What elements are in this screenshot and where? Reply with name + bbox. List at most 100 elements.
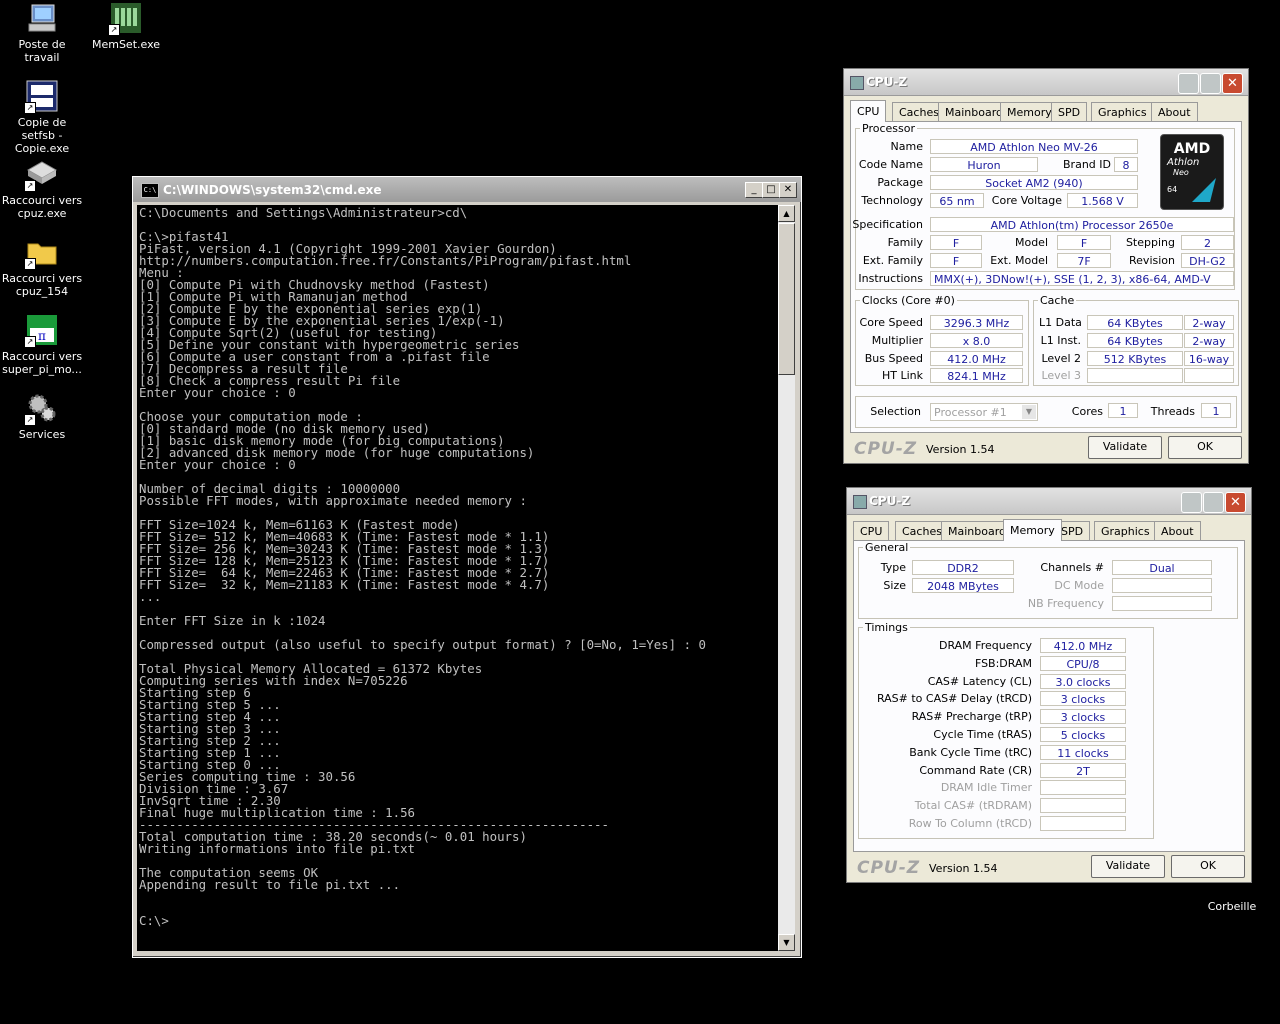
- brandid-label: Brand ID: [1063, 158, 1111, 171]
- vertical-scrollbar[interactable]: ▲ ▼: [778, 205, 795, 951]
- logo-brand: AMD: [1173, 141, 1211, 157]
- timing-label: Total CAS# (tRDRAM): [914, 799, 1032, 813]
- instructions-label: Instructions: [858, 272, 923, 285]
- close-button[interactable]: ✕: [1222, 73, 1243, 94]
- revision-value: DH-G2: [1181, 253, 1234, 268]
- model-label: Model: [1014, 236, 1048, 249]
- minimize-button[interactable]: [1178, 73, 1199, 94]
- corespeed-value: 3296.3 MHz: [930, 315, 1023, 330]
- l1inst-label: L1 Inst.: [1040, 334, 1081, 347]
- cpuz-footer: CPU-Z Version 1.54 Validate OK: [844, 433, 1248, 463]
- ok-button[interactable]: OK: [1168, 436, 1242, 459]
- cpuz-titlebar[interactable]: CPU-Z ✕: [844, 69, 1248, 96]
- computer-icon: [26, 2, 58, 34]
- timing-label: FSB:DRAM: [974, 656, 1032, 670]
- size-label: Size: [883, 579, 906, 592]
- chip-icon: ↗: [24, 158, 58, 192]
- group-legend: Timings: [865, 621, 908, 634]
- validate-button[interactable]: Validate: [1088, 436, 1162, 459]
- ok-button[interactable]: OK: [1171, 855, 1245, 878]
- desktop-icon-setfsb[interactable]: ↗ Copie de setfsb - Copie.exe: [0, 80, 84, 155]
- cores-value: 1: [1108, 403, 1138, 418]
- chevron-down-icon[interactable]: ▼: [1022, 405, 1036, 419]
- desktop-icon-super-pi[interactable]: π ↗ Raccourci vers super_pi_mo...: [0, 314, 84, 376]
- tab-about[interactable]: About: [1151, 102, 1198, 121]
- timing-value: 11 clocks: [1040, 744, 1126, 760]
- level3-way: [1184, 368, 1234, 383]
- maximize-button[interactable]: [1200, 73, 1221, 94]
- tab-spd[interactable]: SPD: [1051, 102, 1088, 121]
- desktop-icon-label: Raccourci vers cpuz.exe: [1, 194, 83, 220]
- revision-label: Revision: [1129, 254, 1175, 267]
- maximize-button[interactable]: □: [762, 182, 780, 198]
- console-output[interactable]: C:\Documents and Settings\Administrateur…: [137, 205, 778, 951]
- cpu-tab-panel: Processor Name AMD Athlon Neo MV-26 Code…: [850, 121, 1242, 433]
- cpuz-footer: CPU-Z Version 1.54 Validate OK: [847, 852, 1251, 882]
- type-value: DDR2: [912, 560, 1014, 575]
- cpuz-memory-window[interactable]: CPU-Z ✕ CPU Caches Mainboard Memory SPD …: [846, 487, 1252, 883]
- technology-value: 65 nm: [930, 193, 984, 208]
- svg-text:π: π: [38, 329, 46, 343]
- family-label: Family: [887, 236, 923, 249]
- cpuz-titlebar[interactable]: CPU-Z ✕: [847, 488, 1251, 515]
- level2-value: 512 KBytes: [1087, 351, 1183, 366]
- cpuz-cpu-window[interactable]: CPU-Z ✕ CPU Caches Mainboard Memory SPD …: [843, 68, 1249, 464]
- validate-button[interactable]: Validate: [1091, 855, 1165, 878]
- tab-cpu[interactable]: CPU: [853, 521, 890, 540]
- desktop-icon-memset[interactable]: ↗ MemSet.exe: [84, 2, 168, 51]
- timing-label: RAS# Precharge (tRP): [911, 710, 1032, 724]
- cores-label: Cores: [1071, 405, 1103, 418]
- window-title: CPU-Z: [869, 494, 911, 508]
- name-value: AMD Athlon Neo MV-26: [930, 139, 1138, 154]
- memory-tab-panel: General Type DDR2 Size 2048 MBytes Chann…: [853, 540, 1245, 852]
- scroll-thumb[interactable]: [778, 223, 795, 375]
- desktop-icon-label: Services: [18, 428, 66, 441]
- selection-label: Selection: [870, 405, 921, 418]
- level3-label: Level 3: [1041, 369, 1081, 382]
- minimize-button[interactable]: _: [745, 182, 763, 198]
- shortcut-arrow-icon: ↗: [108, 24, 120, 36]
- codename-label: Code Name: [858, 158, 923, 171]
- tab-memory[interactable]: Memory: [1003, 519, 1062, 541]
- tab-cpu[interactable]: CPU: [850, 100, 887, 122]
- close-button[interactable]: ✕: [779, 182, 797, 198]
- tab-about[interactable]: About: [1154, 521, 1201, 540]
- tab-memory[interactable]: Memory: [1000, 102, 1059, 121]
- cpuz-app-icon: [853, 495, 867, 509]
- l1data-way: 2-way: [1184, 315, 1234, 330]
- maximize-button[interactable]: [1203, 492, 1224, 513]
- l1inst-value: 64 KBytes: [1087, 333, 1183, 348]
- scroll-down-arrow-icon[interactable]: ▼: [778, 934, 795, 951]
- scroll-up-arrow-icon[interactable]: ▲: [778, 205, 795, 222]
- version-text: Version 1.54: [926, 443, 995, 456]
- timing-value: 2T: [1040, 762, 1126, 778]
- desktop-icon-label: Poste de travail: [18, 38, 66, 64]
- tab-graphics[interactable]: Graphics: [1094, 521, 1157, 540]
- console-icon: C:\: [141, 183, 159, 198]
- cmd-window[interactable]: C:\ C:\WINDOWS\system32\cmd.exe _ □ ✕ C:…: [132, 176, 802, 958]
- desktop-icon-cpuz-154[interactable]: ↗ Raccourci vers cpuz_154: [0, 236, 84, 298]
- corevoltage-value: 1.568 V: [1067, 193, 1138, 208]
- timing-label: Command Rate (CR): [919, 763, 1032, 777]
- group-legend: Clocks (Core #0): [862, 294, 955, 307]
- spec-label: Specification: [852, 218, 923, 231]
- athlon-swoosh-icon: [1192, 178, 1216, 202]
- desktop-icon-cpuz-exe[interactable]: ↗ Raccourci vers cpuz.exe: [0, 158, 84, 220]
- desktop-icon-my-computer[interactable]: Poste de travail: [0, 2, 84, 64]
- l1data-label: L1 Data: [1039, 316, 1082, 329]
- cpuz-brand-logo: CPU-Z: [854, 439, 918, 459]
- close-button[interactable]: ✕: [1225, 492, 1246, 513]
- multiplier-label: Multiplier: [871, 334, 923, 347]
- desktop-icon-services[interactable]: ↗ Services: [0, 392, 84, 441]
- timing-label: DRAM Idle Timer: [940, 781, 1032, 795]
- multiplier-value: x 8.0: [930, 333, 1023, 348]
- dcmode-value: [1112, 578, 1212, 593]
- nbfreq-value: [1112, 596, 1212, 611]
- instructions-value: MMX(+), 3DNow!(+), SSE (1, 2, 3), x86-64…: [930, 271, 1234, 286]
- stepping-value: 2: [1181, 235, 1234, 250]
- tab-graphics[interactable]: Graphics: [1091, 102, 1154, 121]
- minimize-button[interactable]: [1181, 492, 1202, 513]
- amd-athlon-logo: AMD Athlon Neo 64: [1160, 134, 1224, 210]
- cmd-titlebar[interactable]: C:\ C:\WINDOWS\system32\cmd.exe _ □ ✕: [133, 177, 801, 202]
- package-value: Socket AM2 (940): [930, 175, 1138, 190]
